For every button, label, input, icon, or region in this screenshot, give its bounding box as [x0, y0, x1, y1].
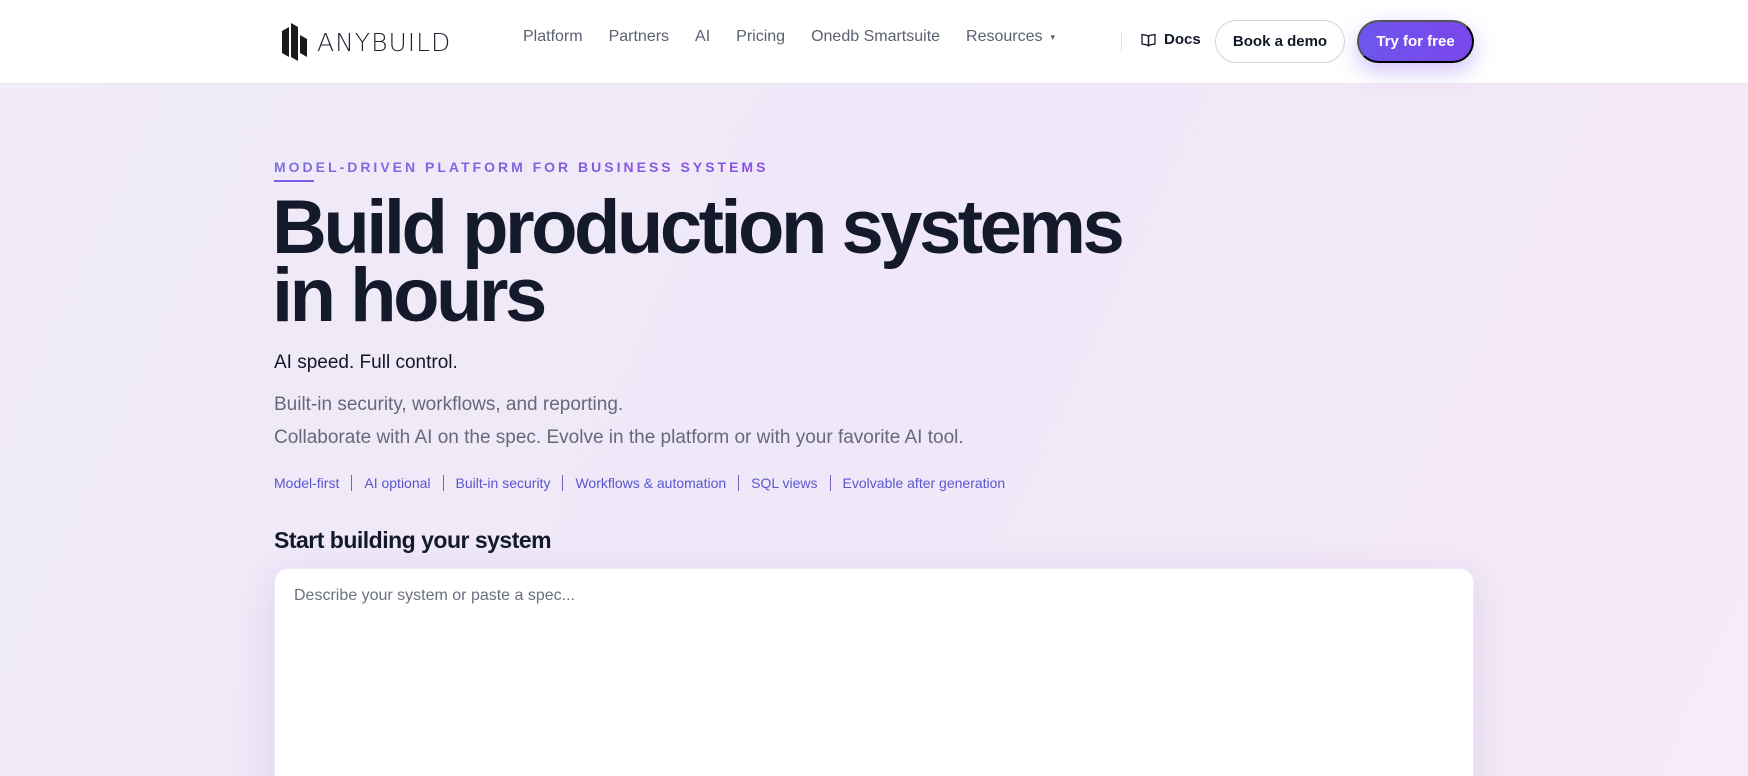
feature-model-first: Model-first: [274, 475, 340, 491]
docs-link[interactable]: Docs: [1141, 31, 1201, 48]
hero-description-line-1: Built-in security, workflows, and report…: [274, 394, 624, 415]
logo-wordmark: ANYBUILD: [317, 27, 452, 57]
book-icon: [1141, 33, 1156, 47]
feature-separator: [562, 475, 564, 491]
headline-line-2: in hours: [272, 253, 547, 338]
top-navigation-bar: ANYBUILD Platform Partners AI Pricing On…: [0, 0, 1748, 84]
feature-separator: [351, 475, 353, 491]
nav-item-resources-label: Resources: [966, 28, 1043, 45]
builder-title: Start building your system: [274, 527, 552, 553]
try-for-free-button[interactable]: Try for free: [1357, 20, 1474, 63]
docs-label: Docs: [1164, 31, 1201, 48]
feature-sql-views: SQL views: [751, 475, 818, 491]
hero-description-line-2: Collaborate with AI on the spec. Evolve …: [274, 427, 964, 448]
feature-workflows-automation: Workflows & automation: [575, 475, 727, 491]
hero-tagline: AI speed. Full control.: [274, 352, 458, 373]
anybuild-logo-mark-icon: [282, 23, 307, 61]
spec-input-container: [274, 568, 1474, 776]
book-demo-button[interactable]: Book a demo: [1215, 20, 1345, 63]
hero-eyebrow: MODEL-DRIVEN PLATFORM FOR BUSINESS SYSTE…: [274, 159, 769, 175]
nav-item-onedb-smartsuite[interactable]: Onedb Smartsuite: [811, 28, 940, 46]
nav-item-pricing[interactable]: Pricing: [736, 28, 785, 46]
feature-separator: [738, 475, 740, 491]
main-nav: Platform Partners AI Pricing Onedb Smart…: [523, 28, 1055, 46]
feature-list: Model-first AI optional Built-in securit…: [274, 475, 1005, 491]
nav-item-partners[interactable]: Partners: [609, 28, 669, 46]
feature-separator: [442, 475, 444, 491]
nav-item-ai[interactable]: AI: [695, 28, 710, 46]
feature-separator: [829, 475, 831, 491]
nav-item-resources[interactable]: Resources ▾: [966, 28, 1055, 46]
chevron-down-icon: ▾: [1050, 31, 1056, 42]
eyebrow-underline: [274, 180, 314, 182]
hero-headline: Build production systems in hours: [272, 190, 1172, 334]
feature-ai-optional: AI optional: [364, 475, 431, 491]
spec-input[interactable]: [275, 569, 1473, 776]
feature-evolvable: Evolvable after generation: [842, 475, 1006, 491]
nav-item-platform[interactable]: Platform: [523, 28, 583, 46]
feature-built-in-security: Built-in security: [455, 475, 551, 491]
nav-divider: [1121, 32, 1122, 52]
anybuild-logo[interactable]: ANYBUILD: [282, 22, 451, 62]
